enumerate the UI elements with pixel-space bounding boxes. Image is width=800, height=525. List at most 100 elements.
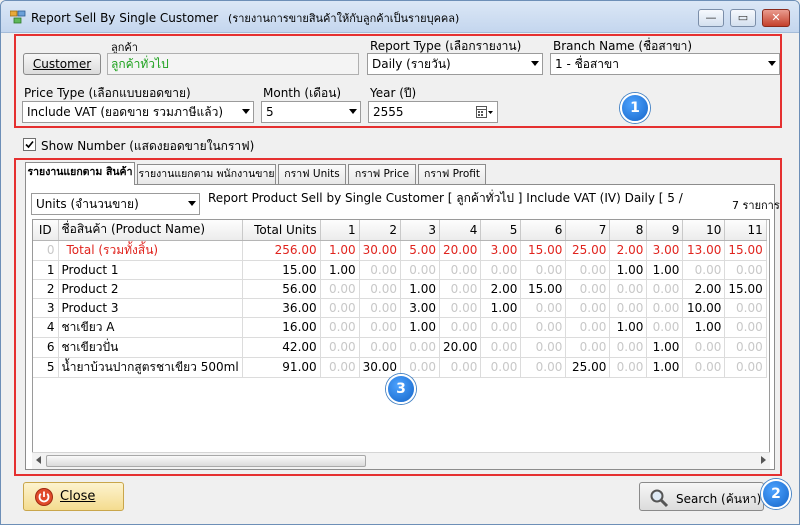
cell-total-units: 15.00: [242, 260, 321, 280]
cell-day-value: 0.00: [724, 337, 767, 358]
column-header-total-units[interactable]: Total Units: [242, 220, 321, 241]
horizontal-scrollbar[interactable]: [32, 452, 770, 469]
search-button-label: Search (ค้นหา): [676, 492, 762, 506]
column-header-day[interactable]: 8: [609, 220, 648, 241]
year-date-picker[interactable]: 2555: [368, 101, 498, 123]
tab-by-product[interactable]: รายงานแยกตาม สินค้า: [25, 162, 135, 185]
column-header-day[interactable]: 9: [646, 220, 684, 241]
show-number-label: Show Number (แสดงยอดขายในกราฟ): [41, 139, 255, 153]
cell-day-value: 0.00: [682, 260, 726, 280]
column-header-day[interactable]: 7: [565, 220, 611, 241]
table-row[interactable]: 1 Product 1 15.00 1.00 0.00 0.00 0.00 0.00 0.00 0…: [33, 260, 767, 280]
cell-day-value: 0.00: [724, 357, 767, 378]
maximize-button[interactable]: ▭: [730, 9, 756, 27]
cell-day-value: 1.00: [609, 260, 648, 280]
cell-product-name: น้ำยาบ้วนปากสูตรชาเขียว 500ml: [58, 357, 243, 378]
grid-header-row: ID ชื่อสินค้า (Product Name) Total Units 1 2…: [33, 220, 767, 241]
cell-day-value: 0.00: [359, 279, 402, 299]
report-grid[interactable]: ID ชื่อสินค้า (Product Name) Total Units 1 2…: [32, 219, 770, 453]
cell-day-value: 0.00: [646, 279, 684, 299]
cell-day-value: 10.00: [682, 298, 726, 318]
scrollbar-thumb[interactable]: [46, 455, 366, 467]
scroll-left-icon[interactable]: [36, 456, 41, 464]
item-count: 7 รายการ: [732, 199, 780, 212]
table-row[interactable]: 6 ชาเขียวปั่น 42.00 0.00 0.00 0.00 20.00 0.00 0.…: [33, 337, 767, 358]
cell-day-value: 1.00: [400, 317, 441, 338]
show-number-checkbox[interactable]: [23, 138, 36, 151]
cell-day-value: 0.00: [724, 298, 767, 318]
window-title: Report Sell By Single Customer (รายงานกา…: [31, 9, 459, 27]
cell-day-value: 0.00: [359, 317, 402, 338]
checkmark-icon: [25, 140, 34, 149]
cell-day-value: 0.00: [320, 337, 360, 358]
tab-graph-units[interactable]: กราฟ Units: [278, 164, 346, 184]
cell-day-value: 20.00: [439, 240, 482, 261]
price-type-select[interactable]: Include VAT (ยอดขาย รวมภาษีแล้ว): [22, 101, 254, 123]
tab-graph-profit[interactable]: กราฟ Profit: [418, 164, 486, 184]
month-select[interactable]: 5: [261, 101, 361, 123]
close-button-label: Close: [60, 489, 96, 504]
scroll-right-icon[interactable]: [761, 456, 766, 464]
table-row[interactable]: 3 Product 3 36.00 0.00 0.00 3.00 0.00 1.00 0.00 0…: [33, 298, 767, 318]
cell-day-value: 1.00: [646, 357, 684, 378]
customer-button[interactable]: Customer: [23, 53, 101, 75]
column-header-day[interactable]: 10: [682, 220, 726, 241]
cell-day-value: 0.00: [520, 298, 567, 318]
cell-day-value: 0.00: [609, 279, 648, 299]
price-type-value: Include VAT (ยอดขาย รวมภาษีแล้ว): [27, 105, 224, 119]
cell-day-value: 0.00: [609, 337, 648, 358]
units-select[interactable]: Units (จำนวนขาย): [31, 193, 200, 215]
cell-day-value: 0.00: [439, 298, 482, 318]
cell-day-value: 0.00: [646, 298, 684, 318]
branch-select[interactable]: 1 - ชื่อสาขา: [550, 53, 780, 75]
close-button[interactable]: Close: [23, 482, 124, 511]
annotation-badge-1: 1: [620, 93, 650, 123]
cell-day-value: 0.00: [439, 317, 482, 338]
tab-graph-price[interactable]: กราฟ Price: [348, 164, 416, 184]
minimize-button[interactable]: —: [698, 9, 724, 27]
cell-day-value: 0.00: [565, 317, 611, 338]
cell-day-value: 1.00: [320, 240, 360, 261]
chevron-down-icon: [349, 109, 357, 114]
cell-day-value: 20.00: [439, 337, 482, 358]
cell-day-value: 0.00: [565, 298, 611, 318]
title-bar: Report Sell By Single Customer (รายงานกา…: [1, 1, 799, 33]
customer-name-field[interactable]: ลูกค้าทั่วไป: [107, 53, 359, 75]
cell-day-value: 1.00: [682, 317, 726, 338]
column-header-product-name[interactable]: ชื่อสินค้า (Product Name): [58, 220, 243, 241]
cell-day-value: 0.00: [359, 298, 402, 318]
table-row[interactable]: 4 ชาเขียว A 16.00 0.00 0.00 1.00 0.00 0.00 0.00 0…: [33, 317, 767, 338]
calendar-icon[interactable]: [476, 106, 494, 119]
cell-total-units: 42.00: [242, 337, 321, 358]
cell-id: 2: [33, 279, 59, 299]
cell-day-value: 0.00: [609, 298, 648, 318]
report-type-select[interactable]: Daily (รายวัน): [367, 53, 543, 75]
column-header-day[interactable]: 6: [520, 220, 567, 241]
cell-total-units: 56.00: [242, 279, 321, 299]
total-row[interactable]: 0 Total (รวมทั้งสิ้น) 256.00 1.00 30.00 5.00 2…: [33, 240, 767, 261]
cell-day-value: 0.00: [724, 260, 767, 280]
column-header-day[interactable]: 11: [724, 220, 767, 241]
cell-product-name: ชาเขียวปั่น: [58, 337, 243, 358]
column-header-day[interactable]: 5: [480, 220, 522, 241]
table-row[interactable]: 2 Product 2 56.00 0.00 0.00 1.00 0.00 2.00 15.00…: [33, 279, 767, 299]
cell-day-value: 0.00: [359, 260, 402, 280]
column-header-day[interactable]: 1: [320, 220, 360, 241]
annotation-badge-3: 3: [386, 374, 416, 404]
column-header-day[interactable]: 4: [439, 220, 482, 241]
column-header-id[interactable]: ID: [33, 220, 59, 241]
cell-day-value: 25.00: [565, 240, 611, 261]
cell-day-value: 2.00: [682, 279, 726, 299]
cell-day-value: 0.00: [439, 279, 482, 299]
cell-day-value: 1.00: [609, 317, 648, 338]
cell-day-value: 0.00: [480, 337, 522, 358]
tab-by-salesperson[interactable]: รายงานแยกตาม พนักงานขาย: [137, 164, 276, 184]
search-button[interactable]: Search (ค้นหา): [639, 482, 764, 511]
report-window: Report Sell By Single Customer (รายงานกา…: [0, 0, 800, 525]
column-header-day[interactable]: 3: [400, 220, 441, 241]
app-icon: [10, 10, 26, 24]
cell-day-value: 2.00: [609, 240, 648, 261]
cell-day-value: 0.00: [520, 337, 567, 358]
close-window-button[interactable]: ✕: [762, 9, 790, 27]
column-header-day[interactable]: 2: [359, 220, 402, 241]
